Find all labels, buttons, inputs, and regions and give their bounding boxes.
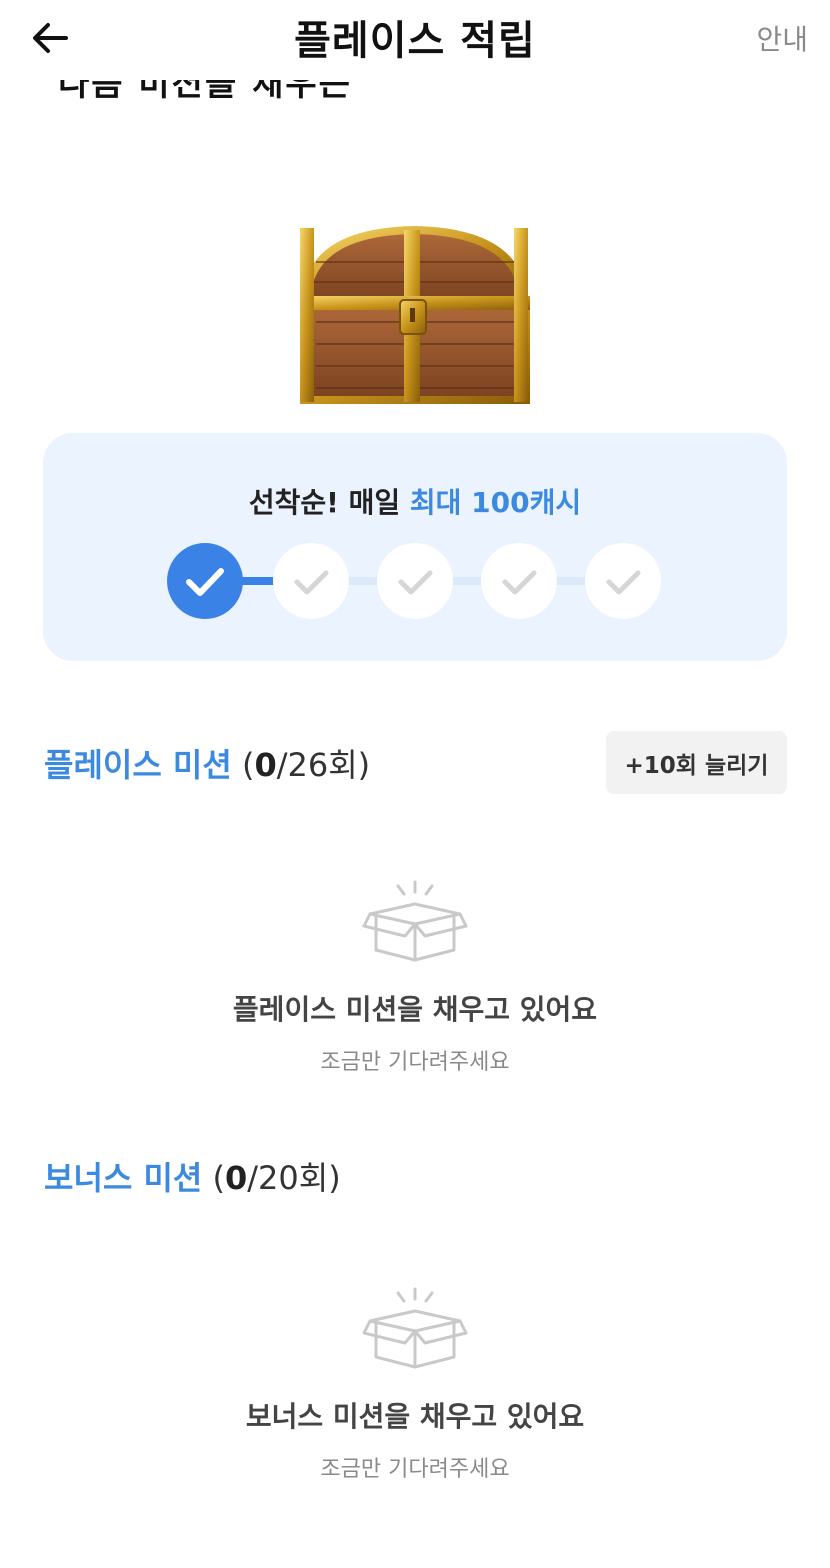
count-total: /20회) (247, 1159, 341, 1197)
section-title: 플레이스 미션 (44, 746, 232, 784)
page-title: 플레이스 적립 (294, 18, 536, 64)
step-check-icon (585, 543, 661, 619)
count-open: ( (212, 1159, 225, 1197)
count-open: ( (241, 746, 255, 784)
reward-headline: 선착순! 매일 최대 100캐시 (43, 481, 787, 521)
top-app-bar: 플레이스 적립 안내 (0, 0, 830, 80)
empty-state-subtitle: 조금만 기다려주세요 (320, 1457, 510, 1482)
count-done: 0 (254, 746, 277, 784)
open-box-icon (360, 878, 470, 968)
empty-state-title: 플레이스 미션을 채우고 있어요 (232, 993, 598, 1026)
step-check-icon-done (167, 543, 243, 619)
progress-steps (167, 541, 667, 621)
guide-link[interactable]: 안내 (756, 18, 808, 58)
empty-state-subtitle: 조금만 기다려주세요 (320, 1050, 510, 1075)
section-title: 보너스 미션 (44, 1159, 203, 1197)
reward-text: 선착순! 매일 (248, 486, 410, 519)
reward-card: 선착순! 매일 최대 100캐시 (43, 433, 787, 661)
step-check-icon (481, 543, 557, 619)
count-done: 0 (225, 1159, 248, 1197)
empty-state-title: 보너스 미션을 채우고 있어요 (245, 1400, 585, 1433)
bonus-mission-heading: 보너스 미션 (0/20회) (44, 1153, 341, 1199)
treasure-chest-icon (296, 222, 532, 406)
place-mission-heading: 플레이스 미션 (0/26회) (44, 740, 370, 786)
extend-missions-button[interactable]: +10회 늘리기 (606, 731, 787, 794)
step-check-icon (273, 543, 349, 619)
step-check-icon (377, 543, 453, 619)
reward-highlight: 최대 100캐시 (409, 486, 582, 519)
open-box-icon (360, 1285, 470, 1375)
count-total: /26회) (276, 746, 371, 784)
